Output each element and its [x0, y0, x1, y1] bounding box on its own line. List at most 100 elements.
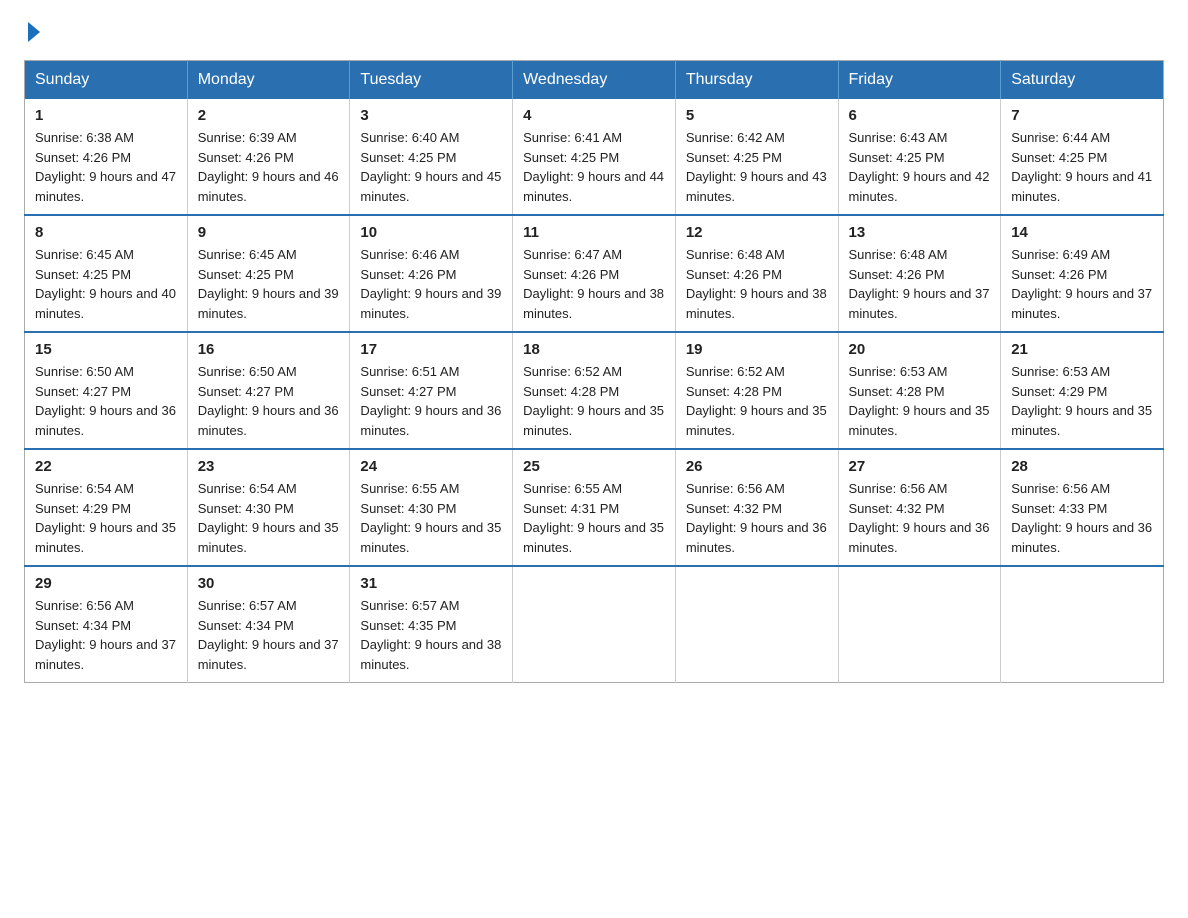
day-info: Sunrise: 6:53 AMSunset: 4:29 PMDaylight:…	[1011, 362, 1153, 440]
weekday-header-friday: Friday	[838, 61, 1001, 100]
day-info: Sunrise: 6:43 AMSunset: 4:25 PMDaylight:…	[849, 128, 991, 206]
weekday-header-thursday: Thursday	[675, 61, 838, 100]
day-number: 7	[1011, 107, 1153, 124]
calendar-cell	[513, 566, 676, 683]
day-number: 16	[198, 341, 340, 358]
logo	[24, 24, 40, 42]
day-info: Sunrise: 6:45 AMSunset: 4:25 PMDaylight:…	[198, 245, 340, 323]
weekday-header-tuesday: Tuesday	[350, 61, 513, 100]
day-number: 13	[849, 224, 991, 241]
calendar-week-row: 15 Sunrise: 6:50 AMSunset: 4:27 PMDayligh…	[25, 332, 1164, 449]
calendar-cell: 6 Sunrise: 6:43 AMSunset: 4:25 PMDaylight…	[838, 99, 1001, 215]
day-info: Sunrise: 6:56 AMSunset: 4:32 PMDaylight:…	[849, 479, 991, 557]
page-header	[24, 24, 1164, 42]
calendar-cell: 3 Sunrise: 6:40 AMSunset: 4:25 PMDaylight…	[350, 99, 513, 215]
weekday-header-monday: Monday	[187, 61, 350, 100]
day-info: Sunrise: 6:41 AMSunset: 4:25 PMDaylight:…	[523, 128, 665, 206]
day-info: Sunrise: 6:54 AMSunset: 4:30 PMDaylight:…	[198, 479, 340, 557]
day-info: Sunrise: 6:56 AMSunset: 4:33 PMDaylight:…	[1011, 479, 1153, 557]
day-number: 20	[849, 341, 991, 358]
calendar-cell: 28 Sunrise: 6:56 AMSunset: 4:33 PMDayligh…	[1001, 449, 1164, 566]
day-number: 11	[523, 224, 665, 241]
calendar-cell: 25 Sunrise: 6:55 AMSunset: 4:31 PMDayligh…	[513, 449, 676, 566]
day-info: Sunrise: 6:46 AMSunset: 4:26 PMDaylight:…	[360, 245, 502, 323]
calendar-cell: 11Sunrise: 6:47 AMSunset: 4:26 PMDayligh…	[513, 215, 676, 332]
calendar-cell: 21 Sunrise: 6:53 AMSunset: 4:29 PMDayligh…	[1001, 332, 1164, 449]
day-number: 4	[523, 107, 665, 124]
day-number: 10	[360, 224, 502, 241]
day-number: 6	[849, 107, 991, 124]
calendar-cell: 5 Sunrise: 6:42 AMSunset: 4:25 PMDaylight…	[675, 99, 838, 215]
day-info: Sunrise: 6:48 AMSunset: 4:26 PMDaylight:…	[686, 245, 828, 323]
weekday-header-wednesday: Wednesday	[513, 61, 676, 100]
day-info: Sunrise: 6:40 AMSunset: 4:25 PMDaylight:…	[360, 128, 502, 206]
day-number: 22	[35, 458, 177, 475]
day-info: Sunrise: 6:49 AMSunset: 4:26 PMDaylight:…	[1011, 245, 1153, 323]
calendar-cell: 8 Sunrise: 6:45 AMSunset: 4:25 PMDaylight…	[25, 215, 188, 332]
day-number: 24	[360, 458, 502, 475]
day-number: 19	[686, 341, 828, 358]
day-number: 9	[198, 224, 340, 241]
day-info: Sunrise: 6:42 AMSunset: 4:25 PMDaylight:…	[686, 128, 828, 206]
day-info: Sunrise: 6:50 AMSunset: 4:27 PMDaylight:…	[198, 362, 340, 440]
calendar-cell	[1001, 566, 1164, 683]
calendar-week-row: 22 Sunrise: 6:54 AMSunset: 4:29 PMDayligh…	[25, 449, 1164, 566]
day-info: Sunrise: 6:55 AMSunset: 4:30 PMDaylight:…	[360, 479, 502, 557]
day-number: 17	[360, 341, 502, 358]
calendar-cell: 23 Sunrise: 6:54 AMSunset: 4:30 PMDayligh…	[187, 449, 350, 566]
calendar-cell: 30 Sunrise: 6:57 AMSunset: 4:34 PMDayligh…	[187, 566, 350, 683]
calendar-cell: 24 Sunrise: 6:55 AMSunset: 4:30 PMDayligh…	[350, 449, 513, 566]
day-number: 8	[35, 224, 177, 241]
calendar-cell	[675, 566, 838, 683]
day-info: Sunrise: 6:52 AMSunset: 4:28 PMDaylight:…	[686, 362, 828, 440]
day-number: 30	[198, 575, 340, 592]
weekday-header-saturday: Saturday	[1001, 61, 1164, 100]
day-info: Sunrise: 6:56 AMSunset: 4:34 PMDaylight:…	[35, 596, 177, 674]
calendar-cell: 4 Sunrise: 6:41 AMSunset: 4:25 PMDaylight…	[513, 99, 676, 215]
calendar-cell: 18Sunrise: 6:52 AMSunset: 4:28 PMDayligh…	[513, 332, 676, 449]
weekday-header-sunday: Sunday	[25, 61, 188, 100]
calendar-cell: 22 Sunrise: 6:54 AMSunset: 4:29 PMDayligh…	[25, 449, 188, 566]
calendar-cell	[838, 566, 1001, 683]
calendar-cell: 19 Sunrise: 6:52 AMSunset: 4:28 PMDayligh…	[675, 332, 838, 449]
calendar-cell: 31Sunrise: 6:57 AMSunset: 4:35 PMDayligh…	[350, 566, 513, 683]
calendar-cell: 1Sunrise: 6:38 AMSunset: 4:26 PMDaylight…	[25, 99, 188, 215]
calendar-cell: 7 Sunrise: 6:44 AMSunset: 4:25 PMDaylight…	[1001, 99, 1164, 215]
day-number: 21	[1011, 341, 1153, 358]
day-info: Sunrise: 6:44 AMSunset: 4:25 PMDaylight:…	[1011, 128, 1153, 206]
day-number: 31	[360, 575, 502, 592]
calendar-week-row: 8 Sunrise: 6:45 AMSunset: 4:25 PMDaylight…	[25, 215, 1164, 332]
calendar-cell: 20 Sunrise: 6:53 AMSunset: 4:28 PMDayligh…	[838, 332, 1001, 449]
day-info: Sunrise: 6:52 AMSunset: 4:28 PMDaylight:…	[523, 362, 665, 440]
calendar-cell: 12Sunrise: 6:48 AMSunset: 4:26 PMDayligh…	[675, 215, 838, 332]
day-number: 25	[523, 458, 665, 475]
calendar-cell: 16 Sunrise: 6:50 AMSunset: 4:27 PMDayligh…	[187, 332, 350, 449]
day-number: 5	[686, 107, 828, 124]
calendar-cell: 29 Sunrise: 6:56 AMSunset: 4:34 PMDayligh…	[25, 566, 188, 683]
calendar-week-row: 1Sunrise: 6:38 AMSunset: 4:26 PMDaylight…	[25, 99, 1164, 215]
day-number: 23	[198, 458, 340, 475]
calendar-cell: 17Sunrise: 6:51 AMSunset: 4:27 PMDayligh…	[350, 332, 513, 449]
logo-arrow-icon	[28, 22, 40, 42]
day-number: 27	[849, 458, 991, 475]
weekday-header-row: SundayMondayTuesdayWednesdayThursdayFrid…	[25, 61, 1164, 100]
day-number: 14	[1011, 224, 1153, 241]
day-number: 15	[35, 341, 177, 358]
calendar-cell: 14 Sunrise: 6:49 AMSunset: 4:26 PMDayligh…	[1001, 215, 1164, 332]
day-info: Sunrise: 6:45 AMSunset: 4:25 PMDaylight:…	[35, 245, 177, 323]
day-info: Sunrise: 6:53 AMSunset: 4:28 PMDaylight:…	[849, 362, 991, 440]
day-number: 28	[1011, 458, 1153, 475]
day-info: Sunrise: 6:54 AMSunset: 4:29 PMDaylight:…	[35, 479, 177, 557]
calendar-cell: 10 Sunrise: 6:46 AMSunset: 4:26 PMDayligh…	[350, 215, 513, 332]
day-info: Sunrise: 6:57 AMSunset: 4:34 PMDaylight:…	[198, 596, 340, 674]
day-number: 29	[35, 575, 177, 592]
day-number: 3	[360, 107, 502, 124]
logo-blue-text	[24, 24, 40, 42]
calendar-cell: 13Sunrise: 6:48 AMSunset: 4:26 PMDayligh…	[838, 215, 1001, 332]
day-info: Sunrise: 6:50 AMSunset: 4:27 PMDaylight:…	[35, 362, 177, 440]
day-info: Sunrise: 6:39 AMSunset: 4:26 PMDaylight:…	[198, 128, 340, 206]
day-info: Sunrise: 6:55 AMSunset: 4:31 PMDaylight:…	[523, 479, 665, 557]
day-info: Sunrise: 6:38 AMSunset: 4:26 PMDaylight:…	[35, 128, 177, 206]
calendar-table: SundayMondayTuesdayWednesdayThursdayFrid…	[24, 60, 1164, 683]
calendar-cell: 27 Sunrise: 6:56 AMSunset: 4:32 PMDayligh…	[838, 449, 1001, 566]
